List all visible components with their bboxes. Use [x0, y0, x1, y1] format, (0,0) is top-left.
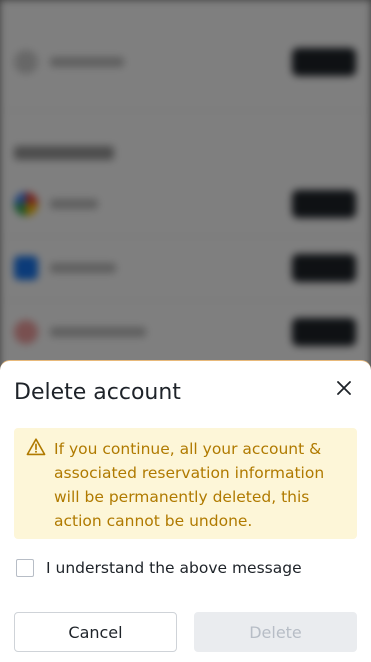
- dialog-title: Delete account: [14, 380, 181, 405]
- close-button[interactable]: [331, 375, 357, 401]
- warning-icon: [26, 438, 46, 456]
- cancel-button[interactable]: Cancel: [14, 612, 177, 652]
- close-icon: [337, 381, 351, 395]
- warning-text: If you continue, all your account & asso…: [54, 440, 325, 530]
- delete-account-dialog: Delete account If you continue, all your…: [0, 360, 371, 662]
- acknowledge-checkbox[interactable]: [16, 559, 34, 577]
- acknowledge-checkbox-label: I understand the above message: [46, 559, 302, 577]
- acknowledge-checkbox-row[interactable]: I understand the above message: [16, 557, 302, 579]
- delete-button[interactable]: Delete: [194, 612, 357, 652]
- warning-message-box: If you continue, all your account & asso…: [14, 428, 357, 539]
